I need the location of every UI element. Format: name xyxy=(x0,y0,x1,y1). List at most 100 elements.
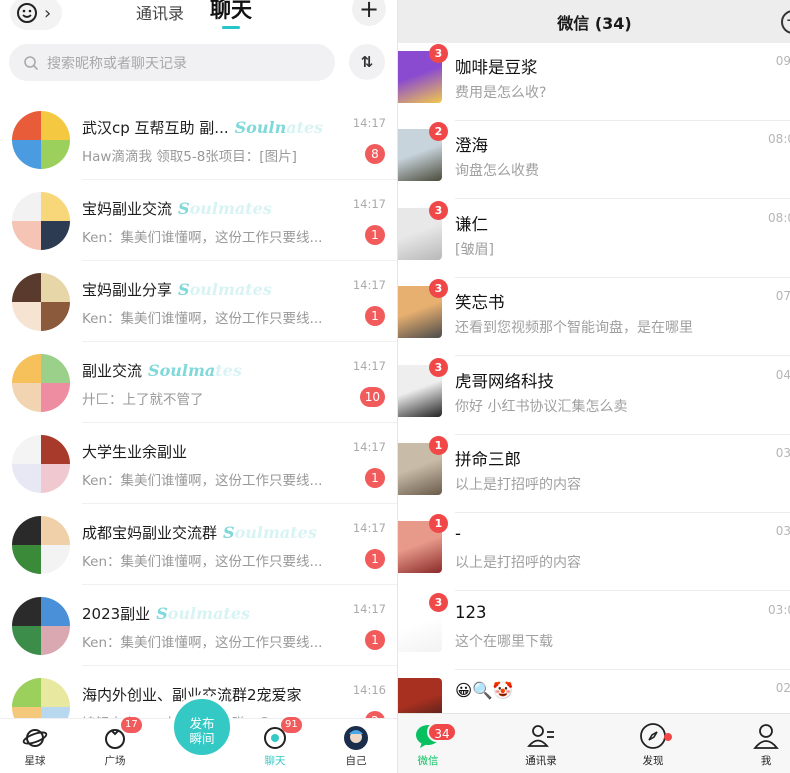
list-item[interactable]: 1 - 以上是打招呼的内容 03: xyxy=(398,513,790,592)
chat-preview: 以上是打招呼的内容 xyxy=(455,477,581,493)
avatar-tile xyxy=(12,302,41,331)
nav-contacts[interactable]: 通讯录 xyxy=(506,722,576,768)
soulmates-watermark: Soulmates xyxy=(156,604,251,623)
avatar-tile xyxy=(41,221,70,250)
nav-planet[interactable]: 星球 xyxy=(5,719,65,768)
avatar xyxy=(344,726,368,750)
list-item[interactable]: 宝妈副业分享 Soulmates Ken：集美们谁懂啊，这份工作只要线... 14… xyxy=(0,261,397,342)
chat-preview: 费用是怎么收? xyxy=(455,85,547,101)
avatar-tile xyxy=(12,140,41,169)
list-item[interactable]: 大学生业余副业 Ken：集美们谁懂啊，这份工作只要线... 14:17 1 xyxy=(0,423,397,504)
search-input[interactable]: 搜索昵称或者聊天记录 xyxy=(9,44,335,81)
avatar-tile xyxy=(41,626,70,655)
square-badge: 17 xyxy=(121,717,142,733)
avatar-tile xyxy=(12,383,41,412)
unread-badge: 3 xyxy=(429,200,448,220)
chat-name: 2023副业 Soulmates xyxy=(82,604,251,623)
list-item[interactable]: 3 笑忘书 还看到您视频那个智能询盘，是在哪里 07: xyxy=(398,278,790,357)
list-item[interactable]: 3 虎哥网络科技 你好 小红书协议汇集怎么卖 04: xyxy=(398,356,790,435)
mood-button[interactable]: › xyxy=(10,0,62,30)
sort-icon[interactable]: ⇅ xyxy=(349,44,385,80)
chat-preview: Ken：集美们谁懂啊，这份工作只要线... xyxy=(82,473,323,489)
nav-chat[interactable]: 91 聊天 xyxy=(245,717,305,768)
soulmates-watermark: Soulnates xyxy=(234,118,324,137)
nav-discover[interactable]: 发现 xyxy=(618,722,688,768)
chat-name: 大学生业余副业 xyxy=(82,443,188,461)
list-item[interactable]: 3 123 这个在哪里下载 03:0 xyxy=(398,591,790,670)
chat-name: 澄海 xyxy=(455,136,488,156)
avatar xyxy=(12,435,70,493)
avatar-tile xyxy=(12,273,41,302)
chat-time: 14:16 xyxy=(352,683,386,697)
chat-preview: Haw滴滴我 领取5-8张项目：[图片] xyxy=(82,149,297,165)
chat-badge: 91 xyxy=(281,717,302,733)
tab-contacts[interactable]: 通讯录 xyxy=(136,0,184,24)
list-item[interactable]: 副业交流 Soulmates 廾匚：上了就不管了 14:17 10 xyxy=(0,342,397,423)
avatar-tile xyxy=(12,597,41,626)
nav-me-label: 我 xyxy=(760,755,772,767)
chat-time: 03: xyxy=(775,524,790,539)
nav-square[interactable]: 17 广场 xyxy=(85,717,145,768)
avatar-tile xyxy=(41,192,70,221)
chat-time: 08:0 xyxy=(768,132,790,147)
soulmates-watermark: Soulmates xyxy=(178,199,272,218)
avatar-tile xyxy=(41,545,70,574)
chat-preview: Ken：集美们谁懂啊，这份工作只要线... xyxy=(82,554,323,570)
list-item[interactable]: 成都宝妈副业交流群 Soulmates Ken：集美们谁懂啊，这份工作只要线...… xyxy=(0,504,397,585)
chat-name: 宝妈副业分享 Soulmates xyxy=(82,280,272,299)
avatar-tile xyxy=(41,435,70,464)
nav-me[interactable]: 自己 xyxy=(326,719,386,768)
list-item[interactable]: 3 咖啡是豆浆 费用是怎么收? 09: xyxy=(398,43,790,121)
chat-time: 09: xyxy=(775,54,790,68)
chevron-right-icon: › xyxy=(44,2,52,24)
nav-wechat[interactable]: 34 微信 xyxy=(398,722,463,768)
unread-badge: 3 xyxy=(429,44,448,63)
avatar-tile xyxy=(12,516,41,545)
chat-name: - xyxy=(455,524,461,544)
avatar-tile xyxy=(41,516,70,545)
avatar-tile xyxy=(12,111,41,140)
chat-preview: 还看到您视频那个智能询盘，是在哪里 xyxy=(455,320,693,337)
list-item[interactable]: 宝妈副业交流 Soulmates Ken：集美们谁懂啊，这份工作只要线... 14… xyxy=(0,180,397,261)
add-button[interactable]: + xyxy=(352,0,386,26)
list-item[interactable]: 武汉cp 互帮互助 副... Soulnates Haw滴滴我 领取5-8张项目：… xyxy=(0,99,397,180)
compass-icon xyxy=(640,723,666,749)
nav-planet-label: 星球 xyxy=(24,755,46,767)
nav-me-label: 自己 xyxy=(345,755,367,767)
tab-chat[interactable]: 聊天 xyxy=(210,0,252,24)
unread-badge: 1 xyxy=(365,468,385,488)
avatar-tile xyxy=(41,273,70,302)
list-item[interactable]: 1 拼命三郎 以上是打招呼的内容 03: xyxy=(398,435,790,513)
soul-chat-pane: › 通讯录 聊天 + 搜索昵称或者聊天记录 ⇅ 武汉cp 互帮互助 副... So… xyxy=(0,0,397,773)
chat-time: 14:17 xyxy=(352,197,386,211)
active-tab-indicator xyxy=(222,26,240,29)
chat-time: 14:17 xyxy=(352,440,386,454)
chat-preview: Ken：集美们谁懂啊，这份工作只要线... xyxy=(82,311,323,327)
avatar-tile xyxy=(12,192,41,221)
chat-name: 武汉cp 互帮互助 副... Soulnates xyxy=(82,118,324,137)
chat-time: 07: xyxy=(775,289,790,304)
contacts-icon xyxy=(527,725,554,747)
nav-me[interactable]: 我 xyxy=(731,722,790,768)
list-item[interactable]: 2 澄海 询盘怎么收费 08:0 xyxy=(398,121,790,200)
list-item[interactable]: 2023副业 Soulmates Ken：集美们谁懂啊，这份工作只要线... 14… xyxy=(0,585,397,666)
chat-time: 14:17 xyxy=(352,359,386,373)
chat-preview: 询盘怎么收费 xyxy=(455,163,539,180)
chat-name: 😀🔍🤡 xyxy=(455,681,514,701)
list-item[interactable]: 3 谦仁 [皱眉] 08:0 xyxy=(398,199,790,278)
avatar-tile xyxy=(12,678,41,707)
unread-badge: 1 xyxy=(429,436,448,455)
publish-button[interactable]: 发布 瞬间 xyxy=(170,695,234,759)
soulmates-watermark: Soulmates xyxy=(148,361,242,380)
chat-name: 虎哥网络科技 xyxy=(455,371,554,391)
avatar xyxy=(12,516,70,574)
avatar-tile xyxy=(41,302,70,331)
avatar-tile xyxy=(12,626,41,655)
unread-badge: 1 xyxy=(365,630,385,650)
search-icon xyxy=(24,55,39,70)
soulmates-watermark: Soulmates xyxy=(223,523,317,542)
avatar-tile xyxy=(41,597,70,626)
avatar xyxy=(12,192,70,250)
chat-name: 笑忘书 xyxy=(455,293,505,313)
unread-badge: 1 xyxy=(429,514,448,534)
